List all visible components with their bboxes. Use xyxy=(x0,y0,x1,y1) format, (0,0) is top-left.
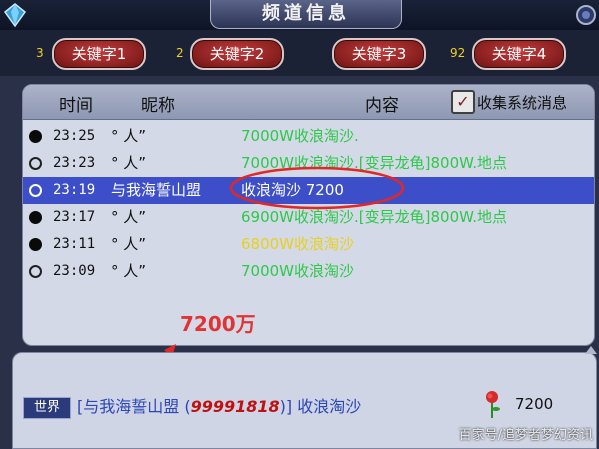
window-title: 频道信息 xyxy=(210,0,402,29)
message-segment: [变异龙龟] xyxy=(358,208,431,226)
ornament-icon xyxy=(576,5,596,25)
message-content: 收浪淘沙 7200 xyxy=(241,177,344,204)
list-header: 时间 昵称 内容 ✓ 收集系统消息 xyxy=(23,85,594,120)
message-nickname: ° 人” xyxy=(111,127,147,145)
empty-circle-icon xyxy=(29,265,42,278)
message-segment: 7000W收浪淘沙. xyxy=(241,154,359,172)
message-nickname: ° 人” xyxy=(111,154,147,172)
title-bar: 频道信息 xyxy=(0,0,599,32)
message-time: 23:23 xyxy=(53,155,96,171)
message-nickname: ° 人” xyxy=(111,262,147,280)
world-message: [与我海誓山盟 (99991818)] 收浪淘沙 xyxy=(77,393,361,417)
world-message-suffix: )] 收浪淘沙 xyxy=(279,397,362,416)
message-segment: 6800W收浪淘沙 xyxy=(241,235,355,253)
watermark: 百家号/追梦者梦幻资讯 xyxy=(458,428,593,443)
message-content: 7000W收浪淘沙. xyxy=(241,123,359,150)
rose-icon xyxy=(486,391,500,418)
keyword-2-count: 2 xyxy=(176,46,184,60)
message-time: 23:25 xyxy=(53,128,96,144)
message-segment: 7000W收浪淘沙 xyxy=(241,262,355,280)
keyword-bar: 3 关键字1 2 关键字2 关键字3 92 关键字4 xyxy=(0,30,599,76)
message-nickname: ° 人” xyxy=(111,208,147,226)
message-segment: 收浪淘沙 7200 xyxy=(241,181,344,199)
world-price: 7200 xyxy=(515,395,554,413)
filled-circle-icon xyxy=(29,130,42,143)
gem-icon xyxy=(3,3,27,28)
column-nickname: 昵称 xyxy=(141,96,175,116)
message-row[interactable]: 23:17 ° 人” 6900W收浪淘沙.[变异龙龟]800W.地点 xyxy=(23,204,594,231)
keyword-4-count: 92 xyxy=(450,46,466,60)
collect-system-label: 收集系统消息 xyxy=(477,94,568,112)
column-content: 内容 xyxy=(365,96,399,116)
message-content: 6800W收浪淘沙 xyxy=(241,231,354,258)
scroll-up-icon[interactable] xyxy=(585,346,597,354)
message-content: 6900W收浪淘沙.[变异龙龟]800W.地点 xyxy=(241,204,507,231)
message-row[interactable]: 23:09 ° 人” 7000W收浪淘沙 xyxy=(23,258,594,285)
message-row[interactable]: 23:11 ° 人” 6800W收浪淘沙 xyxy=(23,231,594,258)
message-content: 7000W收浪淘沙.[变异龙龟]800W.地点 xyxy=(241,150,507,177)
keyword-1-count: 3 xyxy=(36,46,44,60)
message-time: 23:09 xyxy=(53,263,96,279)
message-segment: 6900W收浪淘沙. xyxy=(241,208,359,226)
world-message-number: 99991818 xyxy=(190,397,280,416)
message-content: 7000W收浪淘沙 xyxy=(241,258,354,285)
keyword-2-button[interactable]: 关键字2 xyxy=(190,38,284,70)
filled-circle-icon xyxy=(29,238,42,251)
keyword-4-button[interactable]: 关键字4 xyxy=(472,38,566,70)
empty-circle-icon xyxy=(29,184,42,197)
keyword-3-button[interactable]: 关键字3 xyxy=(332,38,426,70)
message-panel: 时间 昵称 内容 ✓ 收集系统消息 23:25 ° 人” 7000W收浪淘沙. 23:… xyxy=(22,84,595,346)
keyword-1-button[interactable]: 关键字1 xyxy=(52,38,146,70)
message-time: 23:11 xyxy=(53,236,96,252)
price-annotation: 7200万 xyxy=(180,312,256,336)
column-time: 时间 xyxy=(59,96,93,116)
filled-circle-icon xyxy=(29,211,42,224)
message-segment: 7000W收浪淘沙. xyxy=(241,127,359,145)
message-row[interactable]: 23:23 ° 人” 7000W收浪淘沙.[变异龙龟]800W.地点 xyxy=(23,150,594,177)
collect-system-checkbox[interactable]: ✓ xyxy=(451,90,475,114)
message-segment: 800W.地点 xyxy=(430,154,508,172)
empty-circle-icon xyxy=(29,157,42,170)
message-time: 23:17 xyxy=(53,209,96,225)
message-segment: 800W.地点 xyxy=(430,208,508,226)
world-badge: 世界 xyxy=(23,397,71,419)
message-row[interactable]: 23:19 与我海誓山盟 收浪淘沙 7200 xyxy=(23,177,594,204)
world-message-prefix: [与我海誓山盟 ( xyxy=(77,397,191,416)
message-nickname: ° 人” xyxy=(111,235,147,253)
message-list: 23:25 ° 人” 7000W收浪淘沙. 23:23 ° 人” 7000W收浪淘沙.[变… xyxy=(23,123,594,285)
message-row[interactable]: 23:25 ° 人” 7000W收浪淘沙. xyxy=(23,123,594,150)
message-time: 23:19 xyxy=(53,182,96,198)
message-segment: [变异龙龟] xyxy=(358,154,431,172)
message-nickname: 与我海誓山盟 xyxy=(111,181,202,199)
